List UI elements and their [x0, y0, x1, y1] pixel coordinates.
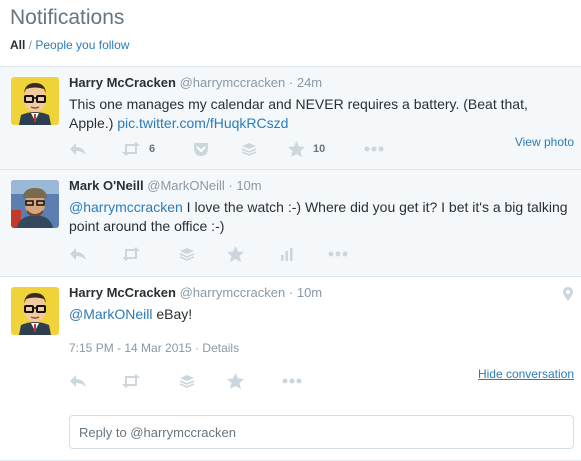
- author-username[interactable]: @harrymccracken: [180, 285, 286, 300]
- buffer-icon[interactable]: [241, 140, 257, 158]
- tweet-timestamp: 7:15 PM - 14 Mar 2015: [69, 341, 192, 355]
- details-link[interactable]: Details: [202, 341, 239, 355]
- more-icon[interactable]: [364, 140, 384, 158]
- page-title: Notifications: [10, 6, 125, 29]
- dot-separator: ·: [288, 285, 294, 300]
- tweet-body: eBay!: [152, 306, 193, 322]
- photo-link[interactable]: pic.twitter.com/fHuqkRCszd: [117, 115, 288, 131]
- author-name[interactable]: Mark O'Neill: [69, 178, 144, 193]
- author-username[interactable]: @harrymccracken: [180, 75, 286, 90]
- avatar[interactable]: [11, 77, 59, 125]
- star-icon[interactable]: [227, 245, 244, 263]
- more-icon[interactable]: [328, 245, 348, 263]
- filter-people-you-follow[interactable]: People you follow: [35, 38, 129, 52]
- dot-separator: ·: [228, 178, 233, 193]
- avatar[interactable]: [11, 180, 59, 228]
- favorite-button[interactable]: 10: [288, 140, 325, 158]
- dot-separator: ·: [195, 341, 200, 355]
- location-pin-icon: [563, 287, 573, 306]
- tweet-item[interactable]: Mark O'Neill @MarkONeill · 10m @harrymcc…: [0, 170, 581, 277]
- star-icon: [288, 141, 305, 157]
- retweet-icon[interactable]: [121, 372, 141, 390]
- buffer-icon[interactable]: [179, 372, 195, 390]
- reply-icon[interactable]: [69, 372, 87, 390]
- view-photo-link[interactable]: View photo: [515, 135, 574, 149]
- tweet-header: Harry McCracken @harrymccracken · 24m: [69, 75, 322, 90]
- notification-filters: All / People you follow: [10, 38, 129, 52]
- mention-link[interactable]: @harrymccracken: [69, 199, 183, 215]
- hide-conversation-link[interactable]: Hide conversation: [478, 367, 574, 381]
- tweet-text: @MarkONeill eBay!: [69, 305, 574, 324]
- reply-icon[interactable]: [69, 245, 87, 263]
- notifications-header: Notifications All / People you follow: [0, 0, 581, 67]
- retweet-icon[interactable]: [121, 245, 141, 263]
- filter-separator: /: [25, 38, 36, 52]
- filter-all[interactable]: All: [10, 38, 25, 52]
- tweet-text: @harrymccracken I love the watch :-) Whe…: [69, 198, 574, 236]
- tweet-item[interactable]: Harry McCracken @harrymccracken · 24m Th…: [0, 67, 581, 170]
- reply-box[interactable]: [69, 415, 574, 449]
- avatar[interactable]: [11, 287, 59, 335]
- buffer-icon[interactable]: [179, 245, 195, 263]
- retweet-count: 6: [149, 143, 156, 155]
- mention-link[interactable]: @MarkONeill: [69, 306, 152, 322]
- reply-input[interactable]: [70, 416, 573, 448]
- pocket-icon[interactable]: [193, 140, 209, 158]
- author-name[interactable]: Harry McCracken: [69, 75, 176, 90]
- tweet-item-expanded[interactable]: Harry McCracken @harrymccracken · 10m @M…: [0, 277, 581, 461]
- analytics-icon[interactable]: [280, 245, 294, 263]
- dot-separator: ·: [288, 75, 294, 90]
- tweet-time[interactable]: 10m: [236, 178, 261, 193]
- tweet-header: Mark O'Neill @MarkONeill · 10m: [69, 178, 262, 193]
- author-username[interactable]: @MarkONeill: [147, 178, 224, 193]
- tweet-meta: 7:15 PM - 14 Mar 2015 · Details: [69, 341, 239, 355]
- tweet-time[interactable]: 24m: [297, 75, 322, 90]
- retweet-button[interactable]: 6: [121, 140, 155, 158]
- star-icon[interactable]: [227, 372, 244, 390]
- retweet-icon: [121, 142, 141, 156]
- reply-icon[interactable]: [69, 140, 87, 158]
- tweet-header: Harry McCracken @harrymccracken · 10m: [69, 285, 322, 300]
- tweet-text: This one manages my calendar and NEVER r…: [69, 95, 574, 133]
- more-icon[interactable]: [282, 372, 302, 390]
- tweet-time[interactable]: 10m: [297, 285, 322, 300]
- favorite-count: 10: [313, 143, 326, 155]
- author-name[interactable]: Harry McCracken: [69, 285, 176, 300]
